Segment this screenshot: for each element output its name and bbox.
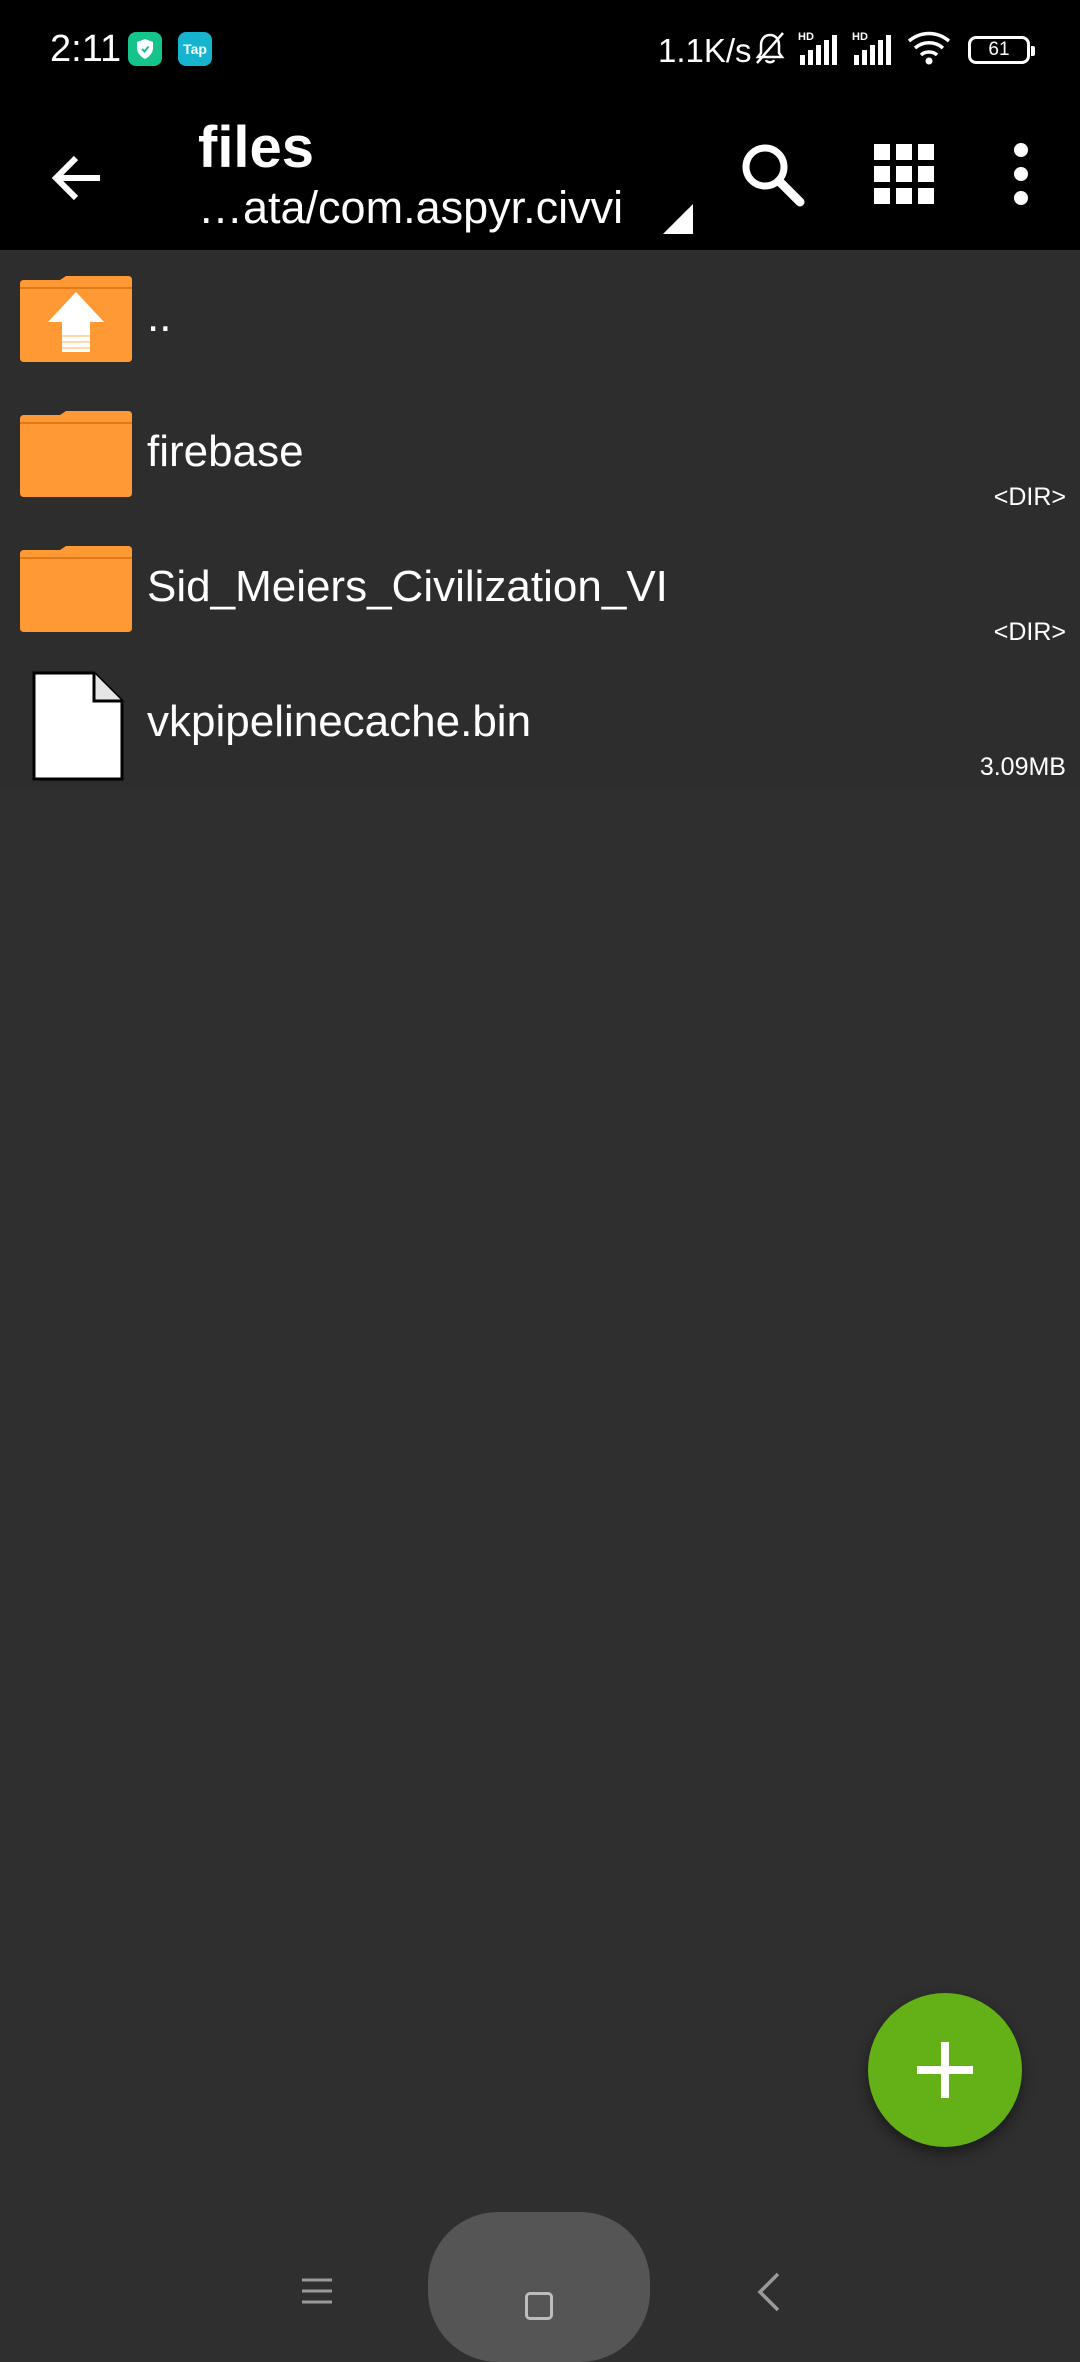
parent-folder-icon [20,276,132,362]
list-item-firebase[interactable]: firebase <DIR> [0,385,1080,520]
dropdown-triangle-icon[interactable] [663,204,693,234]
tap-app-icon: Tap [178,32,212,66]
battery-icon: 61 [968,36,1035,64]
path-breadcrumb[interactable]: …ata/com.aspyr.civvi [198,182,623,234]
file-name: .. [147,292,172,341]
hd-signal-icon: HD [798,29,842,72]
more-vert-icon[interactable] [1006,142,1036,206]
hd-signal-icon: HD [852,29,896,72]
home-icon [525,2292,553,2320]
file-meta: <DIR> [993,618,1066,646]
file-name: vkpipelinecache.bin [147,697,532,746]
file-name: Sid_Meiers_Civilization_VI [147,562,668,611]
folder-title: files [198,115,315,180]
shield-app-icon [128,32,162,66]
list-item-parent[interactable]: .. [0,250,1080,385]
svg-text:HD: HD [852,31,868,43]
folder-icon [20,546,132,632]
system-nav-bar [0,2200,1080,2362]
search-icon[interactable] [736,138,808,210]
plus-icon [917,2042,973,2098]
app-toolbar: files …ata/com.aspyr.civvi [0,100,1080,250]
file-meta: <DIR> [993,483,1066,511]
back-arrow-icon[interactable] [40,140,116,216]
file-name: firebase [147,427,304,476]
menu-icon[interactable] [300,2276,334,2306]
status-time: 2:11 [50,28,122,70]
file-icon [20,671,132,783]
status-bar: 2:11 Tap 1.1K/s HD HD 61 [0,0,1080,100]
list-item-vkpipelinecache[interactable]: vkpipelinecache.bin 3.09MB [0,655,1080,790]
status-icons: HD HD [752,30,952,70]
folder-icon [20,411,132,497]
back-icon[interactable] [756,2272,782,2312]
list-item-civilization[interactable]: Sid_Meiers_Civilization_VI <DIR> [0,520,1080,655]
mute-bell-icon [752,30,788,71]
grid-view-icon[interactable] [872,142,936,206]
svg-text:HD: HD [798,31,814,43]
file-list: .. firebase <DIR> Sid_Meiers_Civilizatio… [0,250,1080,788]
network-speed: 1.1K/s [658,32,752,69]
wifi-icon [906,30,952,71]
file-size: 3.09MB [979,753,1066,781]
add-fab-button[interactable] [868,1993,1022,2147]
